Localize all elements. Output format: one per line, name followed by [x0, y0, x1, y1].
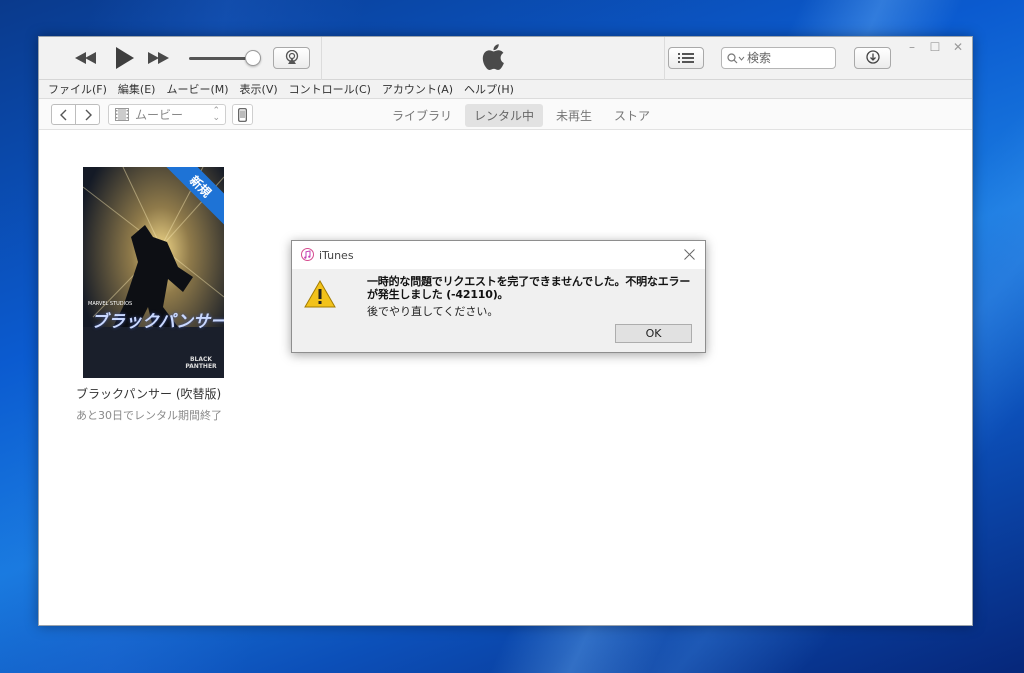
- forward-button[interactable]: [75, 104, 100, 125]
- dialog-title: iTunes: [319, 248, 354, 262]
- dialog-retry-message: 後でやり直してください。: [367, 305, 499, 318]
- menu-help[interactable]: ヘルプ(H): [464, 81, 514, 97]
- menu-account[interactable]: アカウント(A): [382, 81, 453, 97]
- fast-forward-icon[interactable]: [147, 49, 171, 67]
- warning-icon: [304, 279, 336, 312]
- device-button[interactable]: [232, 104, 253, 125]
- tab-unwatched[interactable]: 未再生: [547, 104, 601, 127]
- menu-edit[interactable]: 編集(E): [118, 81, 156, 97]
- search-box[interactable]: [721, 47, 836, 69]
- itunes-icon: [301, 246, 314, 265]
- movie-title[interactable]: ブラックパンサー (吹替版): [76, 385, 236, 402]
- download-icon: [865, 49, 880, 68]
- apple-logo-icon: [481, 43, 505, 75]
- minimize-icon[interactable]: –: [905, 40, 919, 54]
- rewind-icon[interactable]: [74, 49, 98, 67]
- film-icon: [115, 108, 129, 121]
- search-input[interactable]: [747, 51, 823, 65]
- download-button[interactable]: [854, 47, 891, 69]
- toolbar: – ☐ ✕: [39, 37, 972, 80]
- dialog-message: 一時的な問題でリクエストを完了できませんでした。不明なエラーが発生しました (-…: [367, 275, 691, 301]
- back-button[interactable]: [51, 104, 76, 125]
- chevron-right-icon: [85, 109, 92, 120]
- menu-view[interactable]: 表示(V): [240, 81, 278, 97]
- iphone-icon: [238, 107, 247, 122]
- play-icon[interactable]: [114, 46, 136, 70]
- poster-title-text: ブラックパンサー: [91, 312, 224, 332]
- close-icon[interactable]: ✕: [951, 40, 965, 54]
- airplay-button[interactable]: [273, 47, 310, 69]
- search-icon: [727, 49, 745, 68]
- dialog-title-bar: iTunes: [292, 241, 705, 269]
- tab-store[interactable]: ストア: [605, 104, 659, 127]
- airplay-icon: [284, 49, 300, 68]
- menu-bar: ファイル(F) 編集(E) ムービー(M) 表示(V) コントロール(C) アカ…: [39, 80, 972, 99]
- list-button[interactable]: [668, 47, 704, 69]
- menu-controls[interactable]: コントロール(C): [289, 81, 371, 97]
- error-dialog: iTunes 一時的な問題でリクエストを完了できませんでした。不明なエラーが発生…: [291, 240, 706, 353]
- navigation-bar: ムービー ⌃ ⌄ ライブラリ レンタル中 未再生 ストア: [39, 99, 972, 130]
- menu-movie[interactable]: ムービー(M): [166, 81, 228, 97]
- menu-file[interactable]: ファイル(F): [48, 81, 107, 97]
- status-display: [321, 37, 665, 80]
- dialog-close-icon[interactable]: [682, 247, 696, 261]
- media-kind-label: ムービー: [135, 108, 184, 122]
- movie-card[interactable]: MARVEL STUDIOS ブラックパンサー BLACK PANTHER 新規…: [76, 167, 236, 423]
- content-area: MARVEL STUDIOS ブラックパンサー BLACK PANTHER 新規…: [39, 131, 972, 625]
- tab-rentals[interactable]: レンタル中: [465, 104, 544, 127]
- poster-logo-text: BLACK PANTHER: [185, 356, 217, 370]
- list-icon: [678, 49, 694, 68]
- rental-expiry: あと30日でレンタル期間終了: [76, 409, 222, 422]
- media-kind-select[interactable]: ムービー ⌃ ⌄: [108, 104, 226, 125]
- maximize-icon[interactable]: ☐: [928, 40, 942, 54]
- tab-library[interactable]: ライブラリ: [383, 104, 461, 127]
- volume-knob[interactable]: [245, 50, 261, 66]
- movie-poster[interactable]: MARVEL STUDIOS ブラックパンサー BLACK PANTHER 新規: [83, 167, 224, 378]
- updown-chevron-icon: ⌃ ⌄: [212, 106, 220, 123]
- source-tabs: ライブラリ レンタル中 未再生 ストア: [383, 104, 663, 127]
- ok-button[interactable]: OK: [615, 324, 692, 343]
- chevron-left-icon: [59, 109, 66, 120]
